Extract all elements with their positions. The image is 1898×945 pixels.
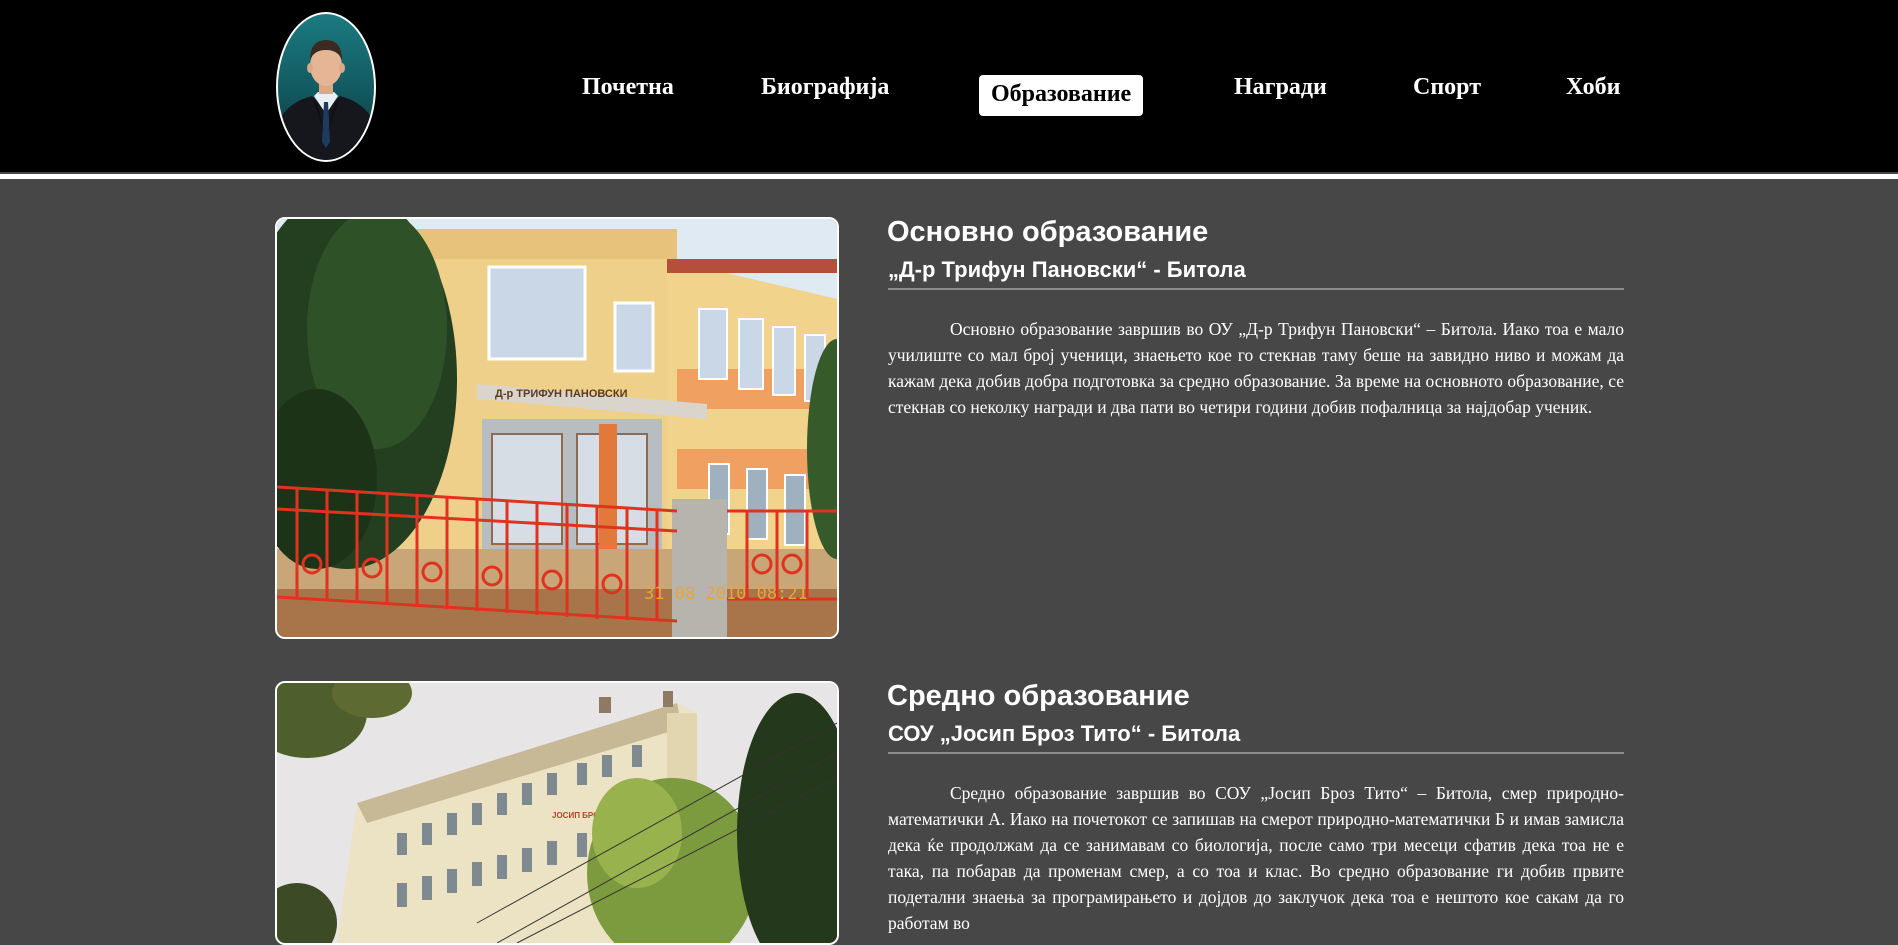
profile-avatar	[276, 12, 376, 162]
nav-education[interactable]: Образование	[979, 75, 1144, 116]
primary-school-name: „Д-р Трифун Пановски“ - Битола	[888, 257, 1246, 282]
photo-timestamp: 31 08 2010 08:21	[644, 584, 808, 604]
primary-education-title: Основно образование	[887, 216, 1209, 248]
secondary-school-photo: ЈОСИП БРОЗ ТИТО	[275, 681, 839, 945]
primary-school-photo: Д-р ТРИФУН ПАНОВСКИ 31 08 2010 08:21	[275, 217, 839, 639]
nav-home[interactable]: Почетна	[582, 74, 674, 101]
school-sign: Д-р ТРИФУН ПАНОВСКИ	[495, 388, 628, 400]
nav-awards[interactable]: Награди	[1234, 74, 1327, 101]
section-divider	[888, 288, 1624, 290]
nav-hobby[interactable]: Хоби	[1566, 74, 1620, 101]
primary-education-text: Основно образование завршив во ОУ „Д-р Т…	[888, 319, 1624, 417]
nav-biography[interactable]: Биографија	[761, 74, 889, 101]
secondary-school-name: СОУ „Јосип Броз Тито“ - Битола	[888, 721, 1241, 746]
nav-sport[interactable]: Спорт	[1413, 74, 1481, 101]
header-divider	[0, 174, 1898, 179]
section-divider	[888, 752, 1624, 754]
secondary-education-text: Средно образование завршив во СОУ „Јосип…	[888, 783, 1624, 933]
secondary-education-title: Средно образование	[887, 680, 1190, 712]
